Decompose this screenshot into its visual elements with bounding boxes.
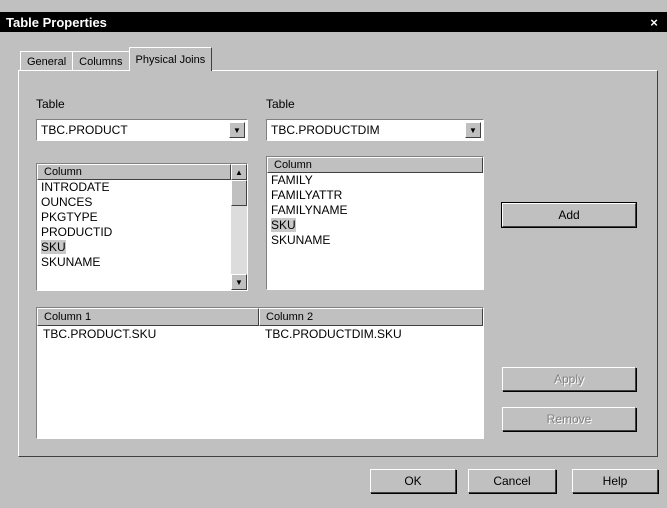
- list-item[interactable]: PKGTYPE: [37, 210, 231, 225]
- list-item[interactable]: INTRODATE: [37, 180, 231, 195]
- window-title: Table Properties: [6, 14, 107, 30]
- tab-physical-joins[interactable]: Physical Joins: [128, 47, 213, 71]
- apply-button[interactable]: Apply: [502, 367, 636, 391]
- list-item[interactable]: SKUNAME: [37, 255, 231, 270]
- list-item[interactable]: FAMILYNAME: [267, 203, 483, 218]
- list-item[interactable]: SKUNAME: [267, 233, 483, 248]
- list-item[interactable]: FAMILYATTR: [267, 188, 483, 203]
- column-header[interactable]: Column 1: [37, 308, 259, 326]
- help-button[interactable]: Help: [572, 469, 658, 493]
- tab-strip: General Columns Physical Joins: [20, 47, 213, 71]
- column-header[interactable]: Column 2: [259, 308, 483, 326]
- add-button[interactable]: Add: [501, 202, 637, 228]
- left-table-combobox[interactable]: TBC.PRODUCT ▼: [36, 119, 248, 141]
- list-item[interactable]: PRODUCTID: [37, 225, 231, 240]
- right-column-header[interactable]: Column: [267, 157, 483, 173]
- table-row[interactable]: TBC.PRODUCT.SKU TBC.PRODUCTDIM.SKU: [37, 326, 483, 342]
- left-column-list[interactable]: Column INTRODATE OUNCES PKGTYPE PRODUCTI…: [36, 163, 248, 291]
- title-bar: Table Properties ×: [0, 12, 667, 32]
- scrollbar-thumb[interactable]: [231, 180, 247, 206]
- left-table-label: Table: [36, 97, 65, 111]
- left-column-header[interactable]: Column: [37, 164, 231, 180]
- joins-grid[interactable]: Column 1 Column 2 TBC.PRODUCT.SKU TBC.PR…: [36, 307, 484, 439]
- left-table-value: TBC.PRODUCT: [41, 123, 128, 137]
- dropdown-arrow-icon[interactable]: ▼: [465, 122, 481, 138]
- cancel-button[interactable]: Cancel: [468, 469, 556, 493]
- ok-button[interactable]: OK: [370, 469, 456, 493]
- tab-general[interactable]: General: [20, 51, 74, 71]
- list-item[interactable]: OUNCES: [37, 195, 231, 210]
- remove-button[interactable]: Remove: [502, 407, 636, 431]
- list-item-selected[interactable]: SKU: [37, 240, 231, 255]
- dropdown-arrow-icon[interactable]: ▼: [229, 122, 245, 138]
- right-column-list[interactable]: Column FAMILY FAMILYATTR FAMILYNAME SKU …: [266, 156, 484, 290]
- tab-columns[interactable]: Columns: [72, 51, 130, 71]
- right-table-label: Table: [266, 97, 295, 111]
- joins-grid-header: Column 1 Column 2: [37, 308, 483, 326]
- close-icon[interactable]: ×: [647, 15, 661, 30]
- table-cell: TBC.PRODUCTDIM.SKU: [265, 327, 402, 341]
- list-item[interactable]: FAMILY: [267, 173, 483, 188]
- right-table-combobox[interactable]: TBC.PRODUCTDIM ▼: [266, 119, 484, 141]
- right-table-value: TBC.PRODUCTDIM: [271, 123, 380, 137]
- table-cell: TBC.PRODUCT.SKU: [43, 327, 157, 341]
- left-list-scrollbar[interactable]: ▲ ▼: [231, 164, 247, 290]
- list-item-selected[interactable]: SKU: [267, 218, 483, 233]
- scroll-down-arrow-icon[interactable]: ▼: [231, 274, 247, 290]
- scroll-up-arrow-icon[interactable]: ▲: [231, 164, 247, 180]
